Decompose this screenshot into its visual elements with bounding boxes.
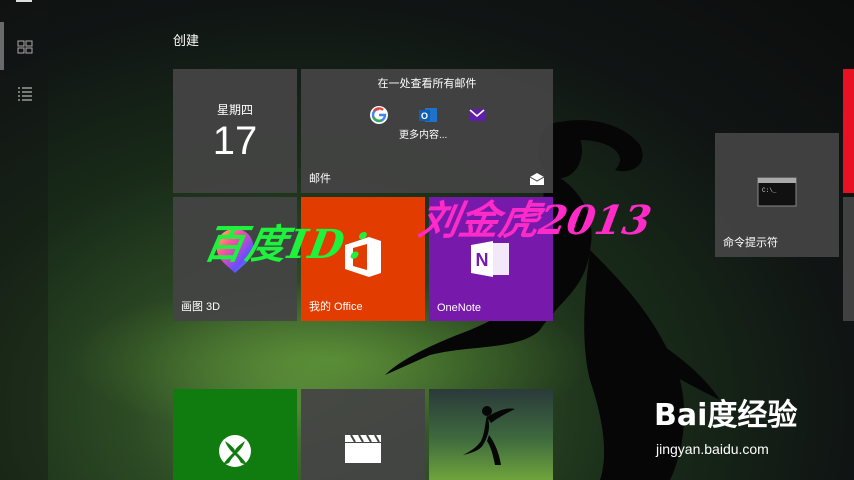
mail-tile-headline: 在一处查看所有邮件 bbox=[377, 78, 477, 90]
rail-selection-indicator bbox=[0, 22, 4, 70]
calendar-tile[interactable]: 星期四 17 bbox=[173, 69, 297, 193]
onenote-label: OneNote bbox=[437, 302, 482, 314]
watermark-text-green: 百度ID： bbox=[200, 221, 392, 268]
xbox-icon bbox=[219, 435, 251, 467]
my-office-label: 我的 Office bbox=[309, 301, 363, 313]
envelope-icon bbox=[529, 173, 545, 185]
yahoo-mail-icon bbox=[469, 109, 485, 121]
calendar-day-number: 17 bbox=[212, 119, 258, 163]
movies-tv-tile[interactable] bbox=[301, 389, 425, 480]
all-apps-button[interactable] bbox=[14, 83, 36, 105]
partial-red-tile[interactable] bbox=[843, 69, 854, 193]
hamburger-menu-icon[interactable] bbox=[16, 0, 32, 2]
baidu-jingyan-logo: Bai度经验 bbox=[654, 398, 798, 433]
mail-tile-label: 邮件 bbox=[309, 173, 331, 185]
tiles-view-icon bbox=[17, 40, 33, 54]
calendar-weekday: 星期四 bbox=[216, 103, 253, 117]
tile-group-title[interactable]: 创建 bbox=[173, 30, 199, 49]
watermark-text-pink: 刘金虎2013 bbox=[415, 197, 655, 244]
command-prompt-tile[interactable]: C:\_ 命令提示符 bbox=[715, 133, 839, 257]
svg-text:N: N bbox=[476, 250, 489, 270]
mail-tile[interactable]: 在一处查看所有邮件 O 更多内容... 邮件 bbox=[301, 69, 553, 193]
all-apps-list-icon bbox=[18, 87, 32, 101]
svg-text:O: O bbox=[421, 111, 428, 121]
command-prompt-icon: C:\_ bbox=[757, 177, 797, 207]
outlook-icon: O bbox=[419, 108, 437, 122]
svg-text:C:\_: C:\_ bbox=[762, 187, 777, 194]
command-prompt-label: 命令提示符 bbox=[723, 237, 778, 249]
clapperboard-icon bbox=[345, 434, 381, 463]
baidu-jingyan-url: jingyan.baidu.com bbox=[656, 441, 769, 457]
mail-more-content: 更多内容... bbox=[399, 130, 448, 141]
xbox-tile[interactable] bbox=[173, 389, 297, 480]
start-left-rail bbox=[0, 0, 48, 480]
photos-tile[interactable] bbox=[429, 389, 553, 480]
dancer-photo-icon bbox=[463, 406, 515, 465]
partial-gray-tile[interactable] bbox=[843, 197, 854, 321]
google-icon bbox=[370, 106, 388, 124]
tiles-view-button[interactable] bbox=[14, 36, 36, 58]
paint3d-label: 画图 3D bbox=[181, 301, 221, 313]
